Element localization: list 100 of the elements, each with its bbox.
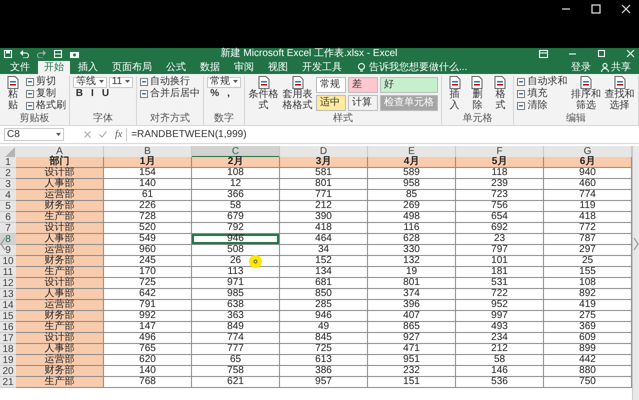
- toolbar-button[interactable]: 剪切: [26, 76, 56, 88]
- row-header[interactable]: 9: [0, 245, 16, 256]
- row-header[interactable]: 18: [0, 344, 16, 355]
- table-cell[interactable]: 756: [456, 201, 544, 212]
- dropdown-field[interactable]: 11: [108, 76, 134, 88]
- table-cell[interactable]: 19: [368, 267, 456, 278]
- table-cell[interactable]: 750: [544, 377, 632, 388]
- table-cell[interactable]: 25: [544, 256, 632, 267]
- table-cell[interactable]: 725: [104, 278, 192, 289]
- row-header[interactable]: 16: [0, 322, 16, 333]
- table-cell[interactable]: 589: [368, 168, 456, 179]
- table-cell[interactable]: 771: [280, 190, 368, 201]
- table-cell[interactable]: 679: [192, 212, 280, 223]
- redo-icon[interactable]: [37, 50, 46, 58]
- table-cell[interactable]: 386: [280, 366, 368, 377]
- table-cell[interactable]: 777: [192, 344, 280, 355]
- row-header[interactable]: 13: [0, 289, 16, 300]
- table-cell[interactable]: 442: [544, 355, 632, 366]
- table-cell[interactable]: 269: [368, 201, 456, 212]
- table-cell[interactable]: 498: [368, 212, 456, 223]
- table-cell[interactable]: 957: [280, 377, 368, 388]
- table-cell[interactable]: 234: [456, 333, 544, 344]
- table-cell[interactable]: 520: [104, 223, 192, 234]
- table-cell[interactable]: 369: [544, 322, 632, 333]
- table-cell[interactable]: 801: [368, 278, 456, 289]
- table-cell[interactable]: 464: [280, 234, 368, 245]
- ribbon-button[interactable]: 格式: [490, 76, 510, 113]
- ribbon-tab[interactable]: 开发工具: [296, 61, 348, 74]
- table-cell[interactable]: 418: [280, 223, 368, 234]
- share-button[interactable]: 共享: [597, 61, 635, 74]
- table-cell[interactable]: 958: [368, 179, 456, 190]
- table-cell[interactable]: 12: [192, 179, 280, 190]
- table-cell[interactable]: 899: [544, 344, 632, 355]
- table-cell[interactable]: 549: [104, 234, 192, 245]
- toolbar-button[interactable]: 格式刷: [26, 100, 66, 112]
- ribbon-button[interactable]: 删除: [468, 76, 488, 113]
- ribbon-tab[interactable]: 数据: [194, 61, 226, 74]
- table-cell[interactable]: 23: [456, 234, 544, 245]
- table-cell[interactable]: 239: [456, 179, 544, 190]
- row-header[interactable]: 10: [0, 256, 16, 267]
- table-cell[interactable]: 1月: [104, 157, 192, 168]
- table-cell[interactable]: 61: [104, 190, 192, 201]
- table-cell[interactable]: 765: [104, 344, 192, 355]
- cell-style-button[interactable]: 好: [380, 77, 438, 93]
- table-cell[interactable]: 人事部: [16, 344, 104, 355]
- ribbon-tab[interactable]: 视图: [262, 61, 294, 74]
- table-cell[interactable]: 723: [456, 190, 544, 201]
- ribbon-tab[interactable]: 开始: [38, 61, 70, 74]
- table-cell[interactable]: 34: [280, 245, 368, 256]
- table-cell[interactable]: 772: [544, 223, 632, 234]
- table-cell[interactable]: 226: [104, 201, 192, 212]
- row-header[interactable]: 2: [0, 168, 16, 179]
- table-cell[interactable]: 940: [544, 168, 632, 179]
- table-cell[interactable]: 692: [456, 223, 544, 234]
- table-cell[interactable]: 285: [280, 300, 368, 311]
- table-cell[interactable]: 801: [280, 179, 368, 190]
- table-cell[interactable]: 运营部: [16, 190, 104, 201]
- cell-style-button[interactable]: 差: [348, 77, 378, 93]
- format-button[interactable]: ,: [224, 88, 233, 100]
- row-header[interactable]: 4: [0, 190, 16, 201]
- table-cell[interactable]: 681: [280, 278, 368, 289]
- table-cell[interactable]: 170: [104, 267, 192, 278]
- table-cell[interactable]: 865: [368, 322, 456, 333]
- table-cell[interactable]: 374: [368, 289, 456, 300]
- table-cell[interactable]: 部门: [16, 157, 104, 168]
- table-cell[interactable]: 654: [456, 212, 544, 223]
- row-header[interactable]: 6: [0, 212, 16, 223]
- table-cell[interactable]: 642: [104, 289, 192, 300]
- table-cell[interactable]: 116: [368, 223, 456, 234]
- toolbar-button[interactable]: 填充: [517, 88, 548, 100]
- table-cell[interactable]: 849: [192, 322, 280, 333]
- row-header[interactable]: 7: [0, 223, 16, 234]
- table-cell[interactable]: 971: [192, 278, 280, 289]
- ribbon-button[interactable]: 套用表格格式: [282, 76, 313, 113]
- table-cell[interactable]: 生产部: [16, 212, 104, 223]
- table-cell[interactable]: 140: [104, 366, 192, 377]
- ribbon-button[interactable]: 条件格式: [248, 76, 280, 113]
- row-header[interactable]: 14: [0, 300, 16, 311]
- table-cell[interactable]: 人事部: [16, 289, 104, 300]
- table-cell[interactable]: 992: [104, 311, 192, 322]
- table-cell[interactable]: 119: [544, 201, 632, 212]
- dropdown-field[interactable]: 等线: [72, 76, 107, 88]
- ribbon-button[interactable]: 查找和选择: [604, 76, 635, 113]
- row-header[interactable]: 20: [0, 366, 16, 377]
- table-cell[interactable]: 4月: [368, 157, 456, 168]
- toolbar-button[interactable]: 自动求和: [517, 76, 568, 88]
- table-cell[interactable]: 363: [192, 311, 280, 322]
- table-cell[interactable]: 113: [192, 267, 280, 278]
- row-header[interactable]: 17: [0, 333, 16, 344]
- table-cell[interactable]: 471: [368, 344, 456, 355]
- table-cell[interactable]: 108: [192, 168, 280, 179]
- table-cell[interactable]: 财务部: [16, 366, 104, 377]
- table-cell[interactable]: 791: [104, 300, 192, 311]
- table-cell[interactable]: 880: [544, 366, 632, 377]
- table-cell[interactable]: 722: [456, 289, 544, 300]
- table-cell[interactable]: 951: [368, 355, 456, 366]
- table-cell[interactable]: 787: [544, 234, 632, 245]
- table-cell[interactable]: 508: [192, 245, 280, 256]
- row-header[interactable]: 12: [0, 278, 16, 289]
- ribbon-button[interactable]: 插入: [444, 76, 465, 113]
